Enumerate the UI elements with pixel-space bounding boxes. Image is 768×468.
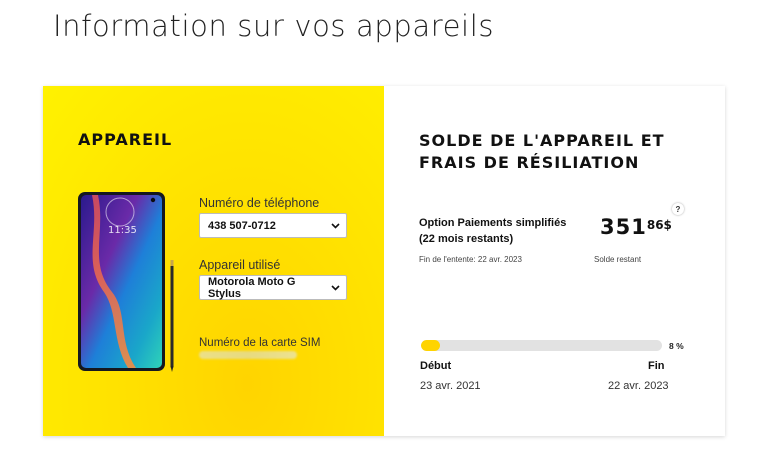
balance-panel: SOLDE DE L'APPAREIL ET FRAIS DE RÉSILIAT… bbox=[384, 86, 725, 436]
device-label: Appareil utilisé bbox=[199, 258, 281, 272]
sim-number-redacted bbox=[199, 351, 297, 359]
device-value: Motorola Moto G Stylus bbox=[208, 275, 296, 300]
sim-label: Numéro de la carte SIM bbox=[199, 337, 321, 349]
start-label: Début bbox=[420, 360, 452, 372]
balance-integer: 351 bbox=[600, 215, 647, 239]
device-panel: APPAREIL 11:35 Numéro de téléphone 438 5… bbox=[43, 86, 384, 436]
phone-image: 11:35 bbox=[78, 192, 165, 371]
progress-track bbox=[421, 340, 662, 351]
help-icon[interactable]: ? bbox=[672, 203, 684, 215]
stylus-image bbox=[170, 260, 174, 372]
progress-percent: 8 % bbox=[669, 341, 684, 351]
payment-option-title: Option Paiements simplifiés (22 mois res… bbox=[419, 217, 567, 245]
end-label: Fin bbox=[648, 360, 665, 372]
phone-number-value: 438 507-0712 bbox=[208, 219, 276, 232]
phone-clock: 11:35 bbox=[108, 225, 137, 236]
page: Information sur vos appareils APPAREIL 1… bbox=[0, 0, 768, 468]
progress-fill bbox=[421, 340, 441, 351]
phone-number-select[interactable]: 438 507-0712 bbox=[199, 213, 347, 238]
balance-caption: Solde restant bbox=[594, 255, 642, 264]
device-info-card: APPAREIL 11:35 Numéro de téléphone 438 5… bbox=[43, 86, 725, 436]
end-date: 22 avr. 2023 bbox=[608, 380, 669, 392]
device-select[interactable]: Motorola Moto G Stylus bbox=[199, 275, 347, 300]
chevron-down-icon bbox=[330, 221, 340, 231]
phone-number-label: Numéro de téléphone bbox=[199, 196, 320, 210]
balance-currency: $ bbox=[663, 218, 672, 232]
device-panel-heading: APPAREIL bbox=[78, 130, 173, 149]
balance-decimal: 86 bbox=[646, 218, 664, 232]
balance-panel-heading: SOLDE DE L'APPAREIL ET FRAIS DE RÉSILIAT… bbox=[419, 131, 665, 172]
chevron-down-icon bbox=[330, 283, 340, 293]
remaining-balance: 35186$ bbox=[600, 215, 672, 239]
start-date: 23 avr. 2021 bbox=[420, 380, 481, 392]
page-title: Information sur vos appareils bbox=[53, 9, 495, 43]
agreement-end-text: Fin de l'entente: 22 avr. 2023 bbox=[419, 255, 522, 264]
